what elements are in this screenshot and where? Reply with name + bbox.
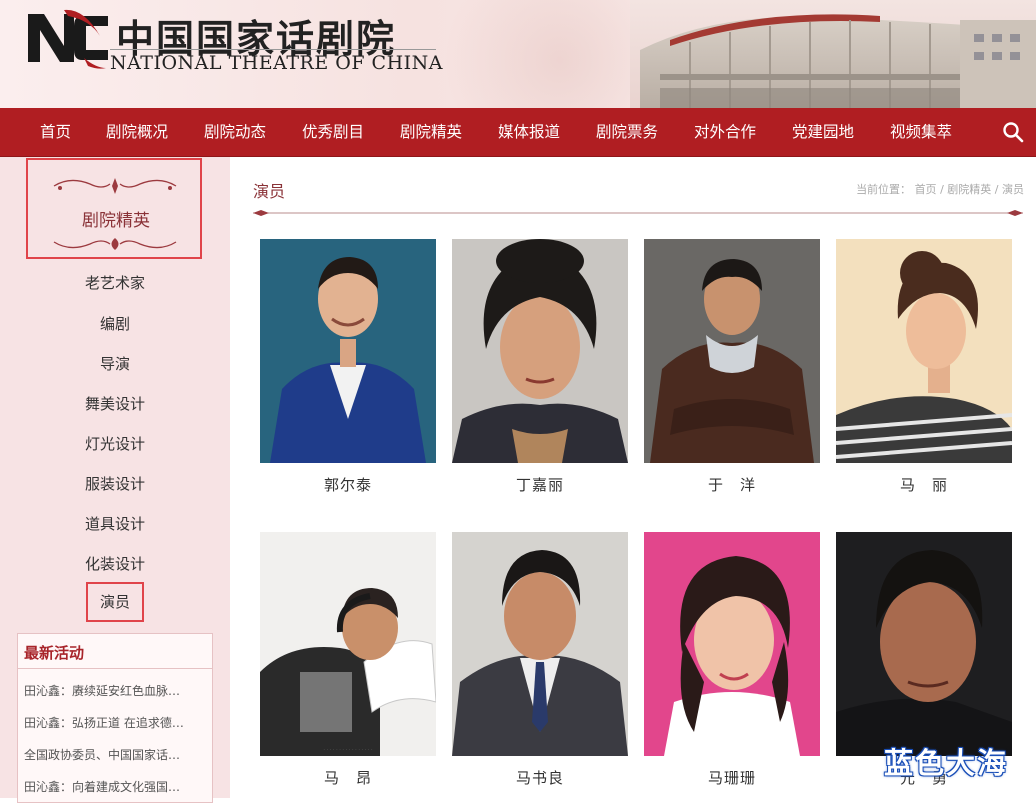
breadcrumb: 当前位置： 首页 / 剧院精英 / 演员	[856, 181, 1024, 197]
sidebar-link-playwrights[interactable]: 编剧	[0, 313, 230, 335]
sidebar-link-directors[interactable]: 导演	[0, 353, 230, 375]
brand-divider	[110, 49, 436, 50]
sidebar-link-costume-design[interactable]: 服装设计	[0, 473, 230, 495]
actor-name[interactable]: 马珊珊	[644, 767, 820, 788]
actor-name[interactable]: 马书良	[452, 767, 628, 788]
brand-name-en[interactable]: NATIONAL THEATRE OF CHINA	[110, 52, 443, 74]
actor-card[interactable]: 于 洋	[644, 239, 820, 494]
sidebar-title-box: 剧院精英	[26, 158, 202, 259]
sidebar-link-stage-design[interactable]: 舞美设计	[0, 393, 230, 415]
actor-card[interactable]: 丁嘉丽	[452, 239, 628, 494]
actor-card[interactable]: . . . . . . . . . . . . . . . . 马 昂	[260, 532, 437, 787]
nav-item-repertoire[interactable]: 优秀剧目	[302, 108, 364, 156]
nav-item-media[interactable]: 媒体报道	[498, 108, 560, 156]
actor-name[interactable]: 丁嘉丽	[452, 474, 628, 495]
sidebar-link-veteran-artists[interactable]: 老艺术家	[0, 272, 230, 294]
actor-photo[interactable]	[452, 532, 628, 756]
actor-photo[interactable]	[452, 239, 628, 463]
actor-card[interactable]: 郭尔泰	[260, 239, 436, 494]
nav-item-tickets[interactable]: 剧院票务	[596, 108, 658, 156]
news-item[interactable]: 田沁鑫：赓续延安红色血脉…	[24, 682, 202, 699]
nav-item-cooperation[interactable]: 对外合作	[694, 108, 756, 156]
watermark-text: 蓝色大海	[884, 746, 1009, 780]
actor-card[interactable]: 马珊珊	[644, 532, 820, 787]
ornament-top-icon	[53, 178, 177, 194]
nav-item-elite[interactable]: 剧院精英	[400, 108, 462, 156]
sidebar-link-props-design[interactable]: 道具设计	[0, 513, 230, 535]
sidebar: 剧院精英 老艺术家 编剧 导演 舞美设计 灯光设计 服装设计 道具设计 化装设计…	[0, 157, 230, 803]
actor-photo[interactable]	[644, 532, 820, 756]
breadcrumb-section[interactable]: 剧院精英	[947, 183, 991, 196]
theatre-building-image	[630, 0, 1036, 108]
actor-card[interactable]: 马 丽	[835, 239, 1013, 494]
news-item[interactable]: 全国政协委员、中国国家话…	[24, 746, 202, 763]
nav-item-video[interactable]: 视频集萃	[890, 108, 952, 156]
actor-photo[interactable]	[260, 239, 436, 463]
breadcrumb-current: 演员	[1002, 183, 1024, 196]
sidebar-link-lighting-design[interactable]: 灯光设计	[0, 433, 230, 455]
actor-photo[interactable]	[835, 239, 1013, 463]
site-header: 中国国家话剧院 NATIONAL THEATRE OF CHINA	[0, 0, 1036, 108]
news-item[interactable]: 田沁鑫：弘扬正道 在追求德…	[24, 714, 202, 731]
sidebar-link-makeup-design[interactable]: 化装设计	[0, 553, 230, 575]
actor-photo[interactable]	[836, 532, 1012, 756]
news-item[interactable]: 田沁鑫：向着建成文化强国…	[24, 778, 202, 795]
nc-logo-icon[interactable]	[24, 6, 110, 72]
svg-text:. . . . . . . . . . . . . . .: . . . . . . . . . . . . . . . .	[323, 746, 373, 752]
search-icon[interactable]	[1002, 121, 1024, 143]
actor-name[interactable]: 于 洋	[644, 474, 820, 495]
actor-card[interactable]: 元 勇	[836, 532, 1012, 787]
breadcrumb-separator: /	[940, 183, 944, 196]
nav-item-party[interactable]: 党建园地	[792, 108, 854, 156]
actor-name[interactable]: 郭尔泰	[260, 474, 436, 495]
main-nav: 首页 剧院概况 剧院动态 优秀剧目 剧院精英 媒体报道 剧院票务 对外合作 党建…	[0, 108, 1036, 157]
news-panel: 最新活动 田沁鑫：赓续延安红色血脉… 田沁鑫：弘扬正道 在追求德… 全国政协委员…	[17, 633, 213, 803]
sidebar-link-actors[interactable]: 演员	[86, 582, 144, 622]
nav-item-news[interactable]: 剧院动态	[204, 108, 266, 156]
nav-item-home[interactable]: 首页	[40, 108, 71, 156]
actor-card[interactable]: 马书良	[452, 532, 628, 787]
sidebar-title: 剧院精英	[82, 211, 150, 231]
actor-name[interactable]: 马 昂	[260, 767, 436, 788]
title-divider	[253, 210, 1023, 216]
page-title: 演员	[253, 182, 286, 201]
breadcrumb-home[interactable]: 首页	[915, 183, 937, 196]
actor-photo[interactable]	[644, 239, 820, 463]
breadcrumb-label: 当前位置：	[856, 183, 912, 196]
nav-item-overview[interactable]: 剧院概况	[106, 108, 168, 156]
news-title: 最新活动	[24, 644, 85, 662]
news-divider	[18, 668, 212, 669]
actor-photo[interactable]: . . . . . . . . . . . . . . . .	[260, 532, 437, 756]
breadcrumb-separator: /	[994, 183, 999, 196]
actor-name[interactable]: 马 丽	[836, 474, 1012, 495]
ornament-bottom-icon	[53, 238, 177, 250]
